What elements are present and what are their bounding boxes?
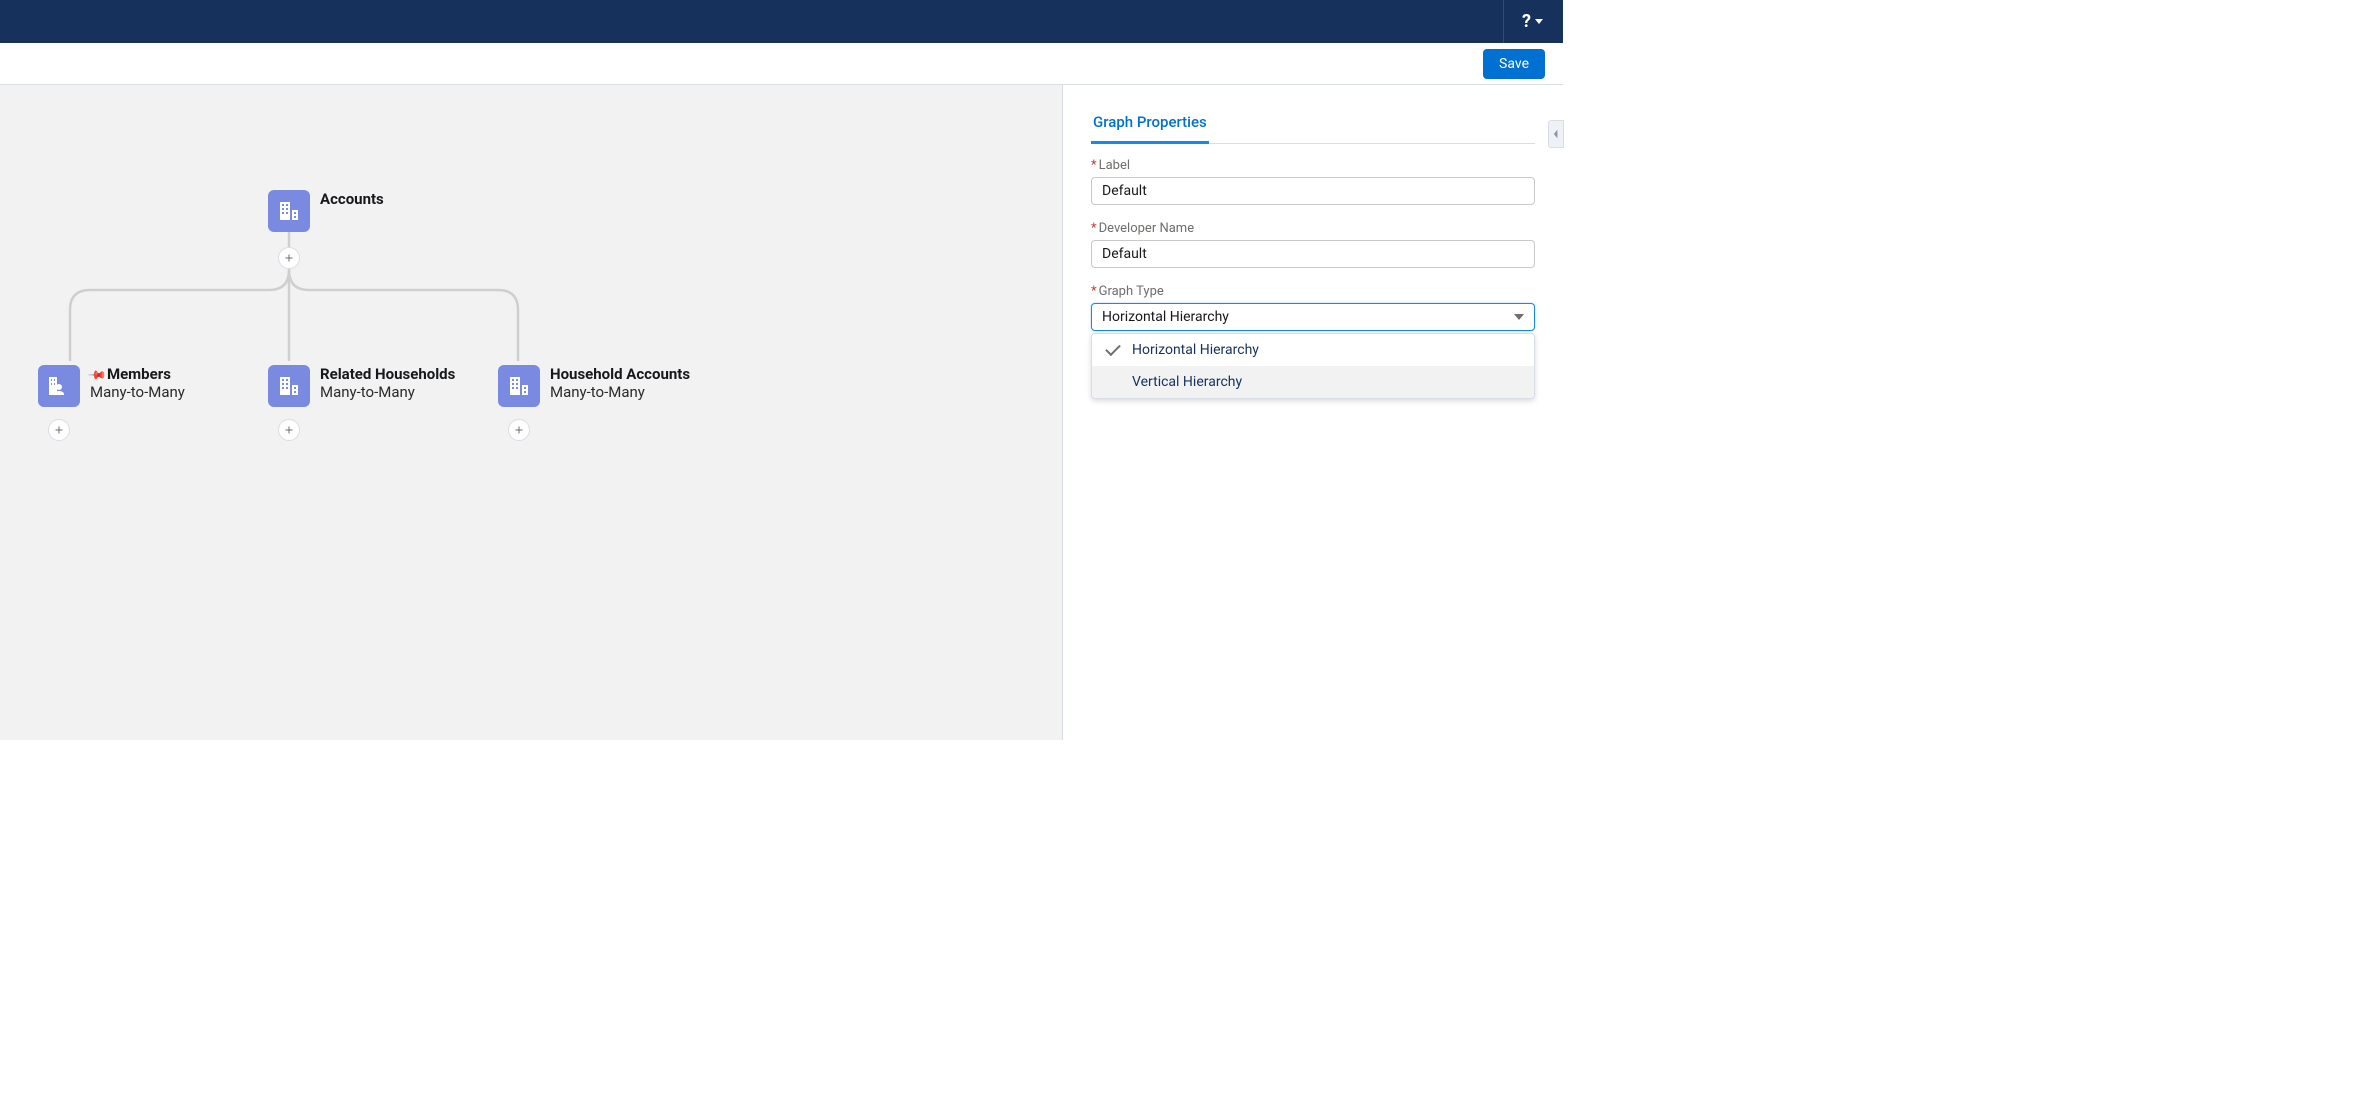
select-value: Horizontal Hierarchy — [1102, 309, 1229, 325]
account-icon — [268, 365, 310, 407]
field-developer-name: *Developer Name — [1091, 221, 1535, 268]
graph-canvas[interactable]: Accounts 📌Members Many-to-Many Rela — [0, 85, 1063, 740]
chevron-down-icon — [1514, 314, 1524, 320]
action-bar: Save — [0, 43, 1563, 85]
main: Accounts 📌Members Many-to-Many Rela — [0, 85, 1563, 740]
top-bar: ? — [0, 0, 1563, 43]
field-label-text: *Graph Type — [1091, 284, 1535, 299]
graph-node-accounts[interactable]: Accounts — [268, 190, 384, 232]
topbar-divider — [1503, 0, 1504, 43]
field-label-text: *Label — [1091, 158, 1535, 173]
developer-name-input[interactable] — [1091, 240, 1535, 268]
node-title: 📌Members — [90, 365, 185, 383]
add-child-button[interactable] — [278, 419, 300, 441]
node-subtitle: Many-to-Many — [320, 383, 455, 401]
save-button[interactable]: Save — [1483, 49, 1545, 79]
add-child-button[interactable] — [278, 247, 300, 269]
chevron-down-icon — [1535, 19, 1543, 24]
properties-panel: Graph Properties *Label *Developer Name … — [1063, 85, 1563, 740]
properties-tabs: Graph Properties — [1091, 107, 1535, 144]
members-icon — [38, 365, 80, 407]
graph-node-members[interactable]: 📌Members Many-to-Many — [38, 365, 185, 407]
graph-type-dropdown: Horizontal Hierarchy Vertical Hierarchy — [1091, 333, 1535, 399]
node-title: Related Households — [320, 365, 455, 383]
field-graph-type: *Graph Type Horizontal Hierarchy Horizon… — [1091, 284, 1535, 399]
add-child-button[interactable] — [48, 419, 70, 441]
node-title: Household Accounts — [550, 365, 690, 383]
account-icon — [498, 365, 540, 407]
field-label: *Label — [1091, 158, 1535, 205]
collapse-panel-button[interactable] — [1548, 120, 1564, 148]
field-label-text: *Developer Name — [1091, 221, 1535, 236]
graph-node-household-accounts[interactable]: Household Accounts Many-to-Many — [498, 365, 690, 407]
help-icon: ? — [1522, 11, 1531, 32]
dropdown-option-horizontal[interactable]: Horizontal Hierarchy — [1092, 334, 1534, 366]
node-subtitle: Many-to-Many — [550, 383, 690, 401]
tab-graph-properties[interactable]: Graph Properties — [1091, 107, 1209, 144]
account-icon — [268, 190, 310, 232]
label-input[interactable] — [1091, 177, 1535, 205]
graph-node-related-households[interactable]: Related Households Many-to-Many — [268, 365, 455, 407]
node-subtitle: Many-to-Many — [90, 383, 185, 401]
graph-connectors — [0, 85, 1062, 740]
add-child-button[interactable] — [508, 419, 530, 441]
graph-type-select[interactable]: Horizontal Hierarchy — [1091, 303, 1535, 331]
help-menu[interactable]: ? — [1522, 11, 1543, 32]
node-title: Accounts — [320, 190, 384, 208]
dropdown-option-vertical[interactable]: Vertical Hierarchy — [1092, 366, 1534, 398]
